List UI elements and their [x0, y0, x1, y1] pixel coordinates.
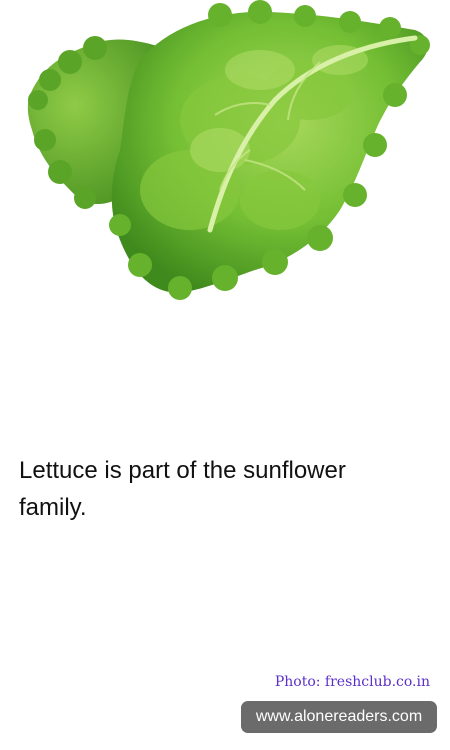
site-badge[interactable]: www.alonereaders.com: [241, 701, 437, 733]
lettuce-photo: [20, 0, 435, 305]
site-badge-label: www.alonereaders.com: [255, 708, 423, 725]
fact-text: Lettuce is part of the sunflower family.: [19, 457, 346, 521]
photo-credit: Photo: freshclub.co.in: [274, 674, 430, 690]
fact-card: Lettuce is part of the sunflower family.…: [0, 0, 450, 750]
